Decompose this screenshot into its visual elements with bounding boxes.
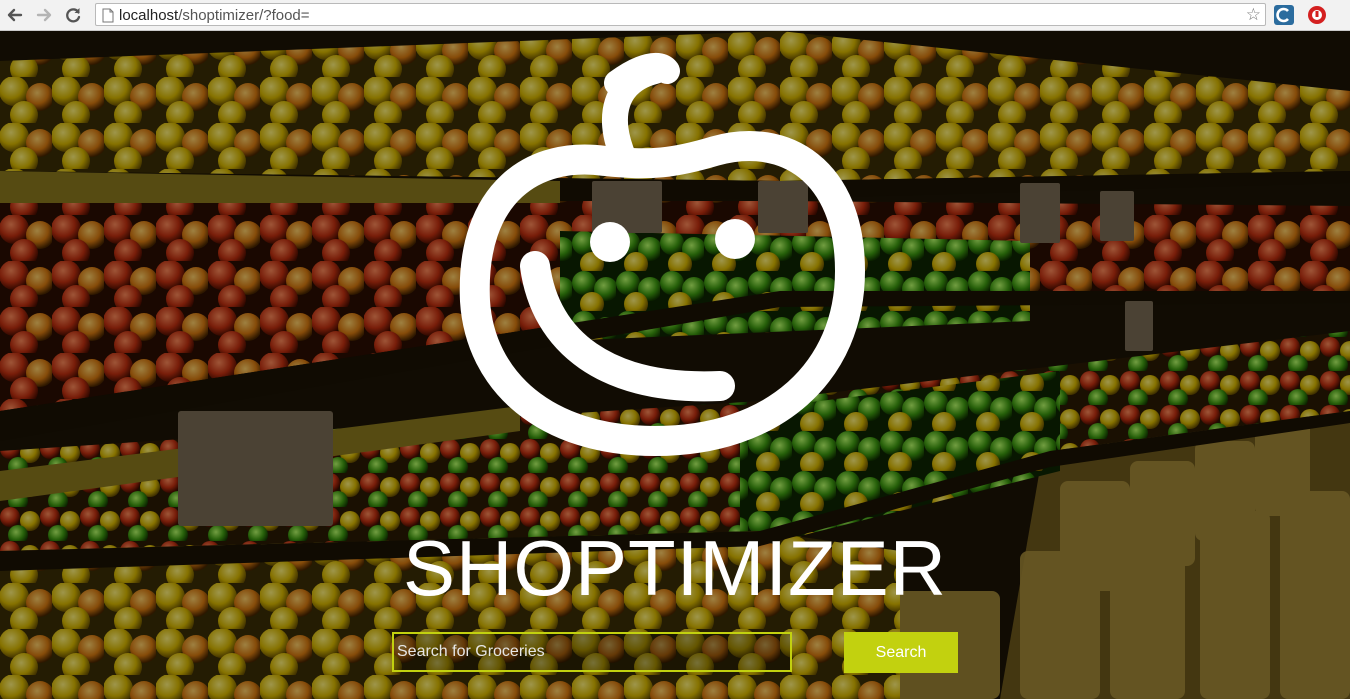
browser-toolbar: localhost/shoptimizer/?food= ☆ bbox=[0, 0, 1350, 31]
reload-icon[interactable] bbox=[62, 4, 84, 26]
extension-icon-c[interactable] bbox=[1274, 5, 1294, 25]
search-input[interactable] bbox=[392, 632, 792, 672]
page-icon bbox=[102, 8, 114, 23]
hero-section: SHOPTIMIZER Search bbox=[0, 31, 1350, 699]
extension-icon-red[interactable] bbox=[1307, 5, 1327, 25]
star-icon[interactable]: ☆ bbox=[1246, 5, 1261, 25]
search-button[interactable]: Search bbox=[844, 632, 958, 673]
address-bar[interactable]: localhost/shoptimizer/?food= ☆ bbox=[95, 3, 1266, 26]
back-arrow-icon[interactable] bbox=[4, 4, 26, 26]
url-text: localhost/shoptimizer/?food= bbox=[119, 7, 310, 24]
forward-arrow-icon[interactable] bbox=[33, 4, 55, 26]
brand-title: SHOPTIMIZER bbox=[402, 524, 947, 612]
